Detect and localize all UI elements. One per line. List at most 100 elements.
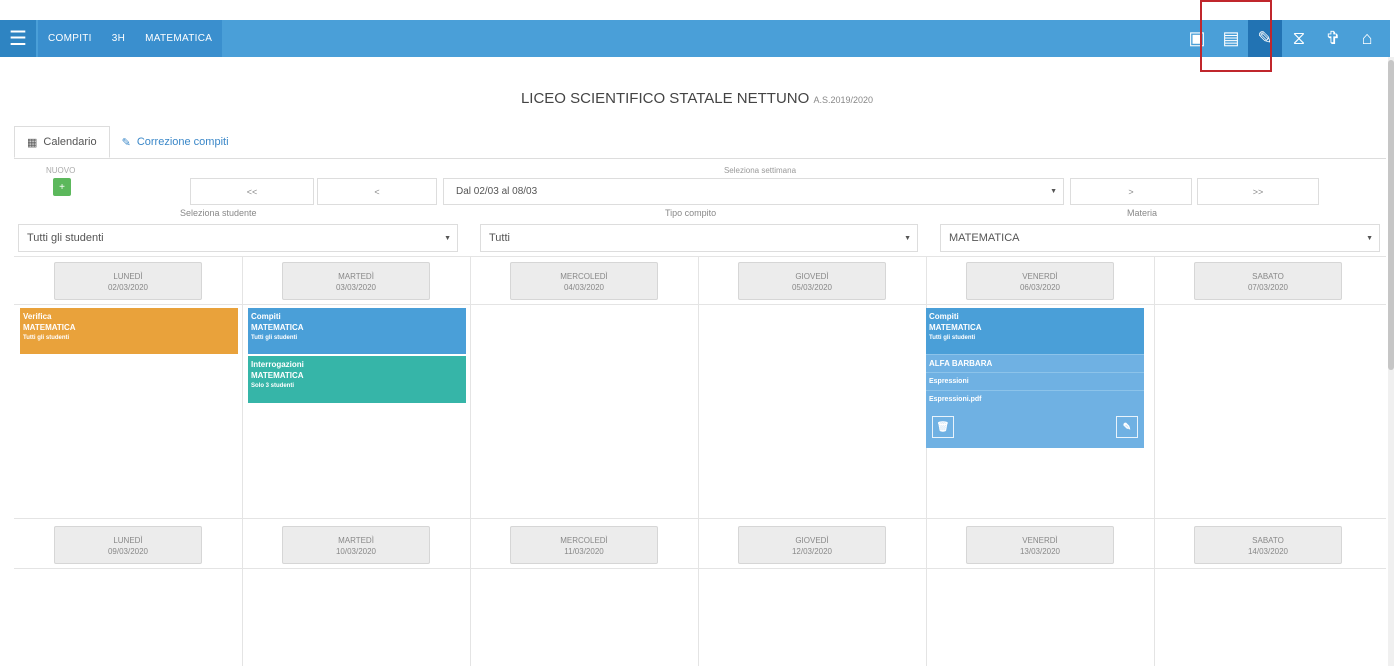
nuovo-label: NUOVO [46, 166, 76, 175]
book-icon[interactable]: ▣ [1180, 20, 1214, 57]
event-type: Compiti [929, 312, 959, 321]
event-topic: Espressioni [926, 372, 1144, 390]
type-select-value: Tutti [489, 232, 510, 244]
day-name: GIOVEDÌ [795, 536, 829, 545]
subject-select[interactable]: MATEMATICA ▼ [940, 224, 1380, 252]
event-subject: MATEMATICA [251, 323, 304, 332]
subject-select-value: MATEMATICA [949, 232, 1020, 244]
day-date: 10/03/2020 [335, 547, 377, 556]
header-separator [14, 568, 1386, 569]
day-date: 05/03/2020 [791, 283, 833, 292]
day-date: 09/03/2020 [107, 547, 149, 556]
event-students: Tutti gli studenti [929, 335, 976, 341]
breadcrumb: COMPITI 3H MATEMATICA [38, 20, 223, 57]
add-button[interactable]: + [53, 178, 71, 196]
event-compiti-expanded[interactable]: Compiti MATEMATICA Tutti gli studenti AL… [926, 308, 1144, 448]
day-header[interactable]: MARTEDÌ 03/03/2020 [282, 262, 430, 300]
day-header[interactable]: MARTEDÌ 10/03/2020 [282, 526, 430, 564]
event-compiti[interactable]: Compiti MATEMATICA Tutti gli studenti [248, 308, 466, 354]
home-icon[interactable]: ⌂ [1350, 20, 1384, 57]
calendar-column [699, 256, 927, 666]
week-select-value: Dal 02/03 al 08/03 [456, 186, 538, 197]
breadcrumb-class[interactable]: 3H [102, 20, 135, 57]
day-header[interactable]: GIOVEDÌ 12/03/2020 [738, 526, 886, 564]
day-date: 02/03/2020 [107, 283, 149, 292]
header-separator [14, 304, 1386, 305]
event-verifica[interactable]: Verifica MATEMATICA Tutti gli studenti [20, 308, 238, 354]
day-date: 12/03/2020 [791, 547, 833, 556]
student-select-value: Tutti gli studenti [27, 232, 104, 244]
pencil-icon[interactable]: ✎ [1116, 416, 1138, 438]
menu-icon[interactable]: ☰ [0, 20, 36, 57]
book-edit-icon[interactable]: ✎ [1248, 20, 1282, 57]
top-icon-bar: ▣ ▤ ✎ ⧖ ✞ ⌂ [1180, 20, 1384, 57]
next-week-button[interactable]: > [1070, 178, 1192, 205]
day-date: 11/03/2020 [564, 547, 604, 556]
event-summary: Compiti MATEMATICA Tutti gli studenti [926, 308, 1144, 354]
week-select-label: Seleziona settimana [723, 166, 797, 175]
prev-week-button[interactable]: < [317, 178, 437, 205]
day-name: SABATO [1252, 272, 1284, 281]
day-header[interactable]: MERCOLEDÌ 11/03/2020 [510, 526, 658, 564]
breadcrumb-subject[interactable]: MATEMATICA [135, 20, 222, 57]
day-name: GIOVEDÌ [795, 272, 829, 281]
day-header[interactable]: MERCOLEDÌ 04/03/2020 [510, 262, 658, 300]
day-name: MERCOLEDÌ [560, 272, 608, 281]
event-students: Tutti gli studenti [23, 335, 70, 341]
tab-correzione-compiti[interactable]: ✎ Correzione compiti [110, 126, 241, 158]
pencil-icon: ✎ [121, 136, 131, 149]
cutlery-icon[interactable]: ✞ [1316, 20, 1350, 57]
megaphone-icon[interactable]: ⧖ [1282, 20, 1316, 57]
tab-bar: ▦ Calendario ✎ Correzione compiti [14, 126, 241, 158]
event-subject: MATEMATICA [929, 323, 982, 332]
day-header[interactable]: VENERDÌ 06/03/2020 [966, 262, 1114, 300]
type-select[interactable]: Tutti ▼ [480, 224, 918, 252]
day-name: MARTEDÌ [338, 272, 374, 281]
day-date: 03/03/2020 [335, 283, 377, 292]
day-date: 13/03/2020 [1019, 547, 1061, 556]
student-filter-label: Seleziona studente [180, 208, 257, 218]
caret-down-icon: ▼ [904, 234, 911, 242]
event-students: Tutti gli studenti [251, 335, 298, 341]
day-name: VENERDÌ [1022, 272, 1058, 281]
day-header[interactable]: LUNEDÌ 02/03/2020 [54, 262, 202, 300]
day-name: VENERDÌ [1022, 536, 1058, 545]
trash-icon[interactable]: 🗑 [932, 416, 954, 438]
event-student-name[interactable]: ALFA BARBARA [926, 354, 1144, 372]
week-select[interactable]: Dal 02/03 al 08/03 ▼ [443, 178, 1064, 205]
student-select[interactable]: Tutti gli studenti ▼ [18, 224, 458, 252]
top-navbar: ☰ COMPITI 3H MATEMATICA ▣ ▤ ✎ ⧖ ✞ ⌂ [0, 20, 1390, 57]
tab-calendario-label: Calendario [43, 136, 97, 148]
calendar-column [471, 256, 699, 666]
breadcrumb-compiti[interactable]: COMPITI [38, 20, 102, 57]
page-title: LICEO SCIENTIFICO STATALE NETTUNO A.S.20… [0, 90, 1394, 107]
calendar-icon: ▦ [27, 136, 38, 149]
first-week-button[interactable]: << [190, 178, 314, 205]
tab-divider [14, 158, 1386, 159]
caret-down-icon: ▼ [444, 234, 451, 242]
week-separator [14, 518, 1386, 519]
day-header[interactable]: VENERDÌ 13/03/2020 [966, 526, 1114, 564]
day-header[interactable]: SABATO 14/03/2020 [1194, 526, 1342, 564]
day-date: 14/03/2020 [1247, 547, 1289, 556]
event-subject: MATEMATICA [251, 371, 304, 380]
type-filter-label: Tipo compito [665, 208, 717, 218]
event-subject: MATEMATICA [23, 323, 76, 332]
last-week-button[interactable]: >> [1197, 178, 1319, 205]
day-name: LUNEDÌ [113, 272, 143, 281]
day-name: MERCOLEDÌ [560, 536, 608, 545]
day-header[interactable]: GIOVEDÌ 05/03/2020 [738, 262, 886, 300]
book-open-icon[interactable]: ▤ [1214, 20, 1248, 57]
event-attachment-link[interactable]: Espressioni.pdf [926, 390, 1144, 408]
tab-correzione-label: Correzione compiti [136, 136, 229, 148]
event-interrogazioni[interactable]: Interrogazioni MATEMATICA Solo 3 student… [248, 356, 466, 403]
event-students: Solo 3 studenti [251, 383, 295, 389]
day-header[interactable]: SABATO 07/03/2020 [1194, 262, 1342, 300]
day-header[interactable]: LUNEDÌ 09/03/2020 [54, 526, 202, 564]
event-type: Verifica [23, 312, 52, 321]
day-date: 06/03/2020 [1019, 283, 1061, 292]
day-name: SABATO [1252, 536, 1284, 545]
tab-calendario[interactable]: ▦ Calendario [14, 126, 110, 158]
event-type: Compiti [251, 312, 281, 321]
day-date: 04/03/2020 [563, 283, 605, 292]
